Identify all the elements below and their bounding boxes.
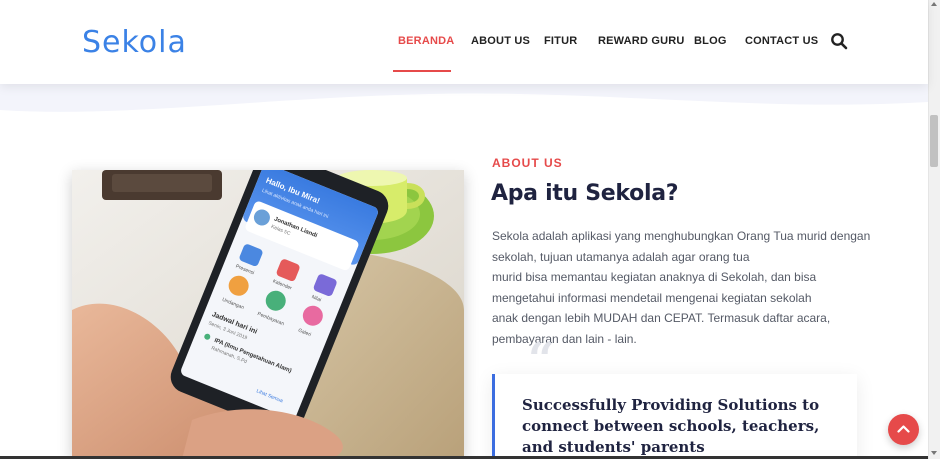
description-line: mengetahui informasi mendetail mengenai … [492,290,812,305]
description-line: Sekola adalah aplikasi yang menghubungka… [492,229,871,243]
scroll-down-arrow-icon[interactable] [931,451,937,455]
nav-item-blog[interactable]: BLOG [694,35,727,47]
quote-text: Successfully Providing Solutions to conn… [522,396,820,456]
page-scrollbar[interactable] [928,0,940,459]
nav-item-beranda[interactable]: BERANDA [398,35,454,47]
scrollbar-thumb[interactable] [930,115,938,167]
app-phone-photo: Hallo, Ibu Mira! Lihat aktivitas anak an… [72,170,464,459]
nav-item-reward-guru[interactable]: REWARD GURU [598,35,685,47]
description-line: sekolah, tujuan utamanya adalah agar ora… [492,249,750,264]
active-nav-indicator [393,70,451,72]
hero-wave-band [0,84,928,124]
back-to-top-button[interactable] [888,414,919,445]
chevron-up-icon [897,425,910,433]
search-icon[interactable] [830,32,848,50]
description-line: murid bisa memantau kegiatan anaknya di … [492,270,817,285]
quote-card: Successfully Providing Solutions to conn… [492,374,857,459]
site-header: Sekola BERANDA ABOUT US FITUR REWARD GUR… [0,0,928,84]
main-nav: BERANDA ABOUT US FITUR REWARD GURU BLOG … [0,35,928,55]
scroll-up-arrow-icon[interactable] [931,2,937,6]
section-eyebrow: ABOUT US [492,156,563,170]
nav-item-contact-us[interactable]: CONTACT US [745,35,818,47]
section-title: Apa itu Sekola? [491,181,679,206]
nav-item-about-us[interactable]: ABOUT US [471,35,530,47]
nav-item-fitur[interactable]: FITUR [544,35,577,47]
description-line: anak dengan lebih MUDAH dan CEPAT. Terma… [492,311,831,326]
